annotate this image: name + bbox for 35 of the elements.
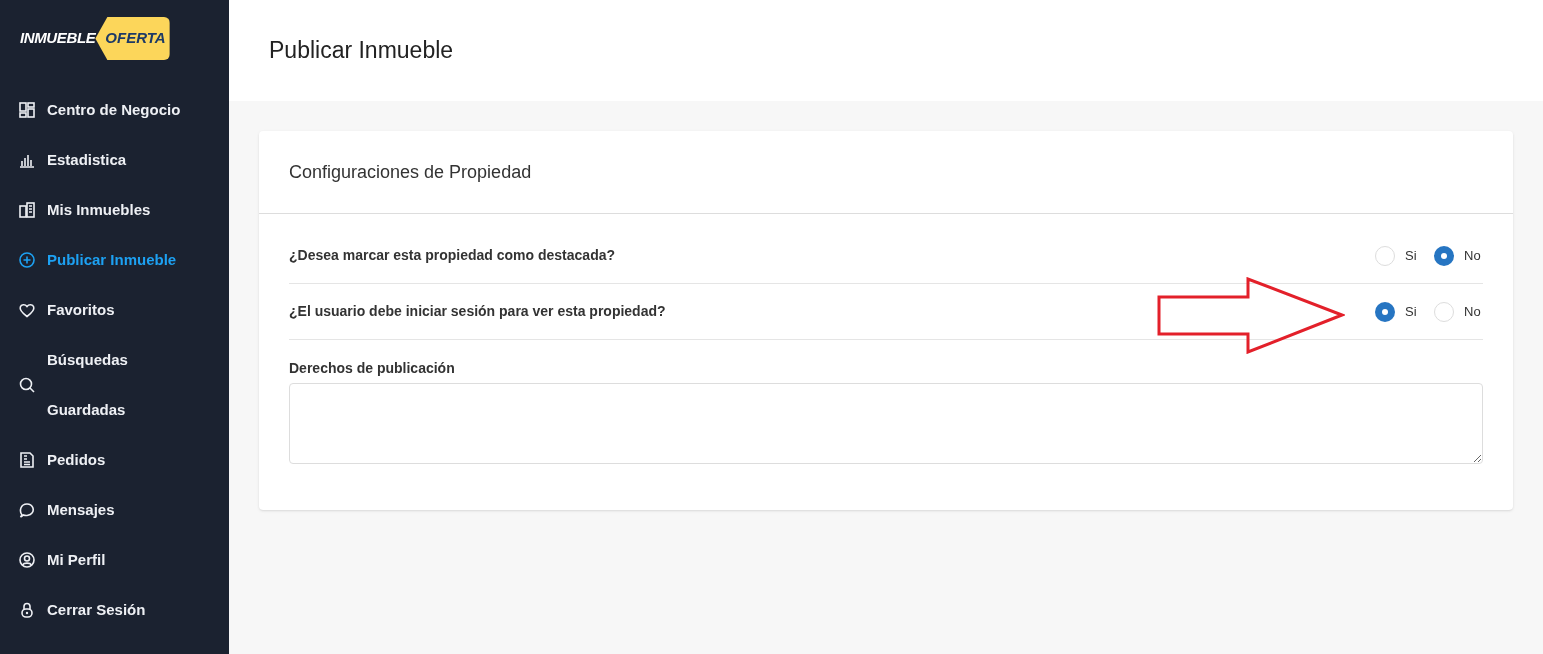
field-label: Derechos de publicación xyxy=(289,359,456,378)
question-label: ¿Desea marcar esta propiedad como destacada? xyxy=(289,246,616,265)
heart-icon xyxy=(18,301,36,319)
dashboard-icon xyxy=(18,101,36,119)
user-circle-icon xyxy=(18,551,36,569)
rights-textarea[interactable] xyxy=(289,383,1483,464)
radio-option[interactable]: Si xyxy=(1375,245,1424,266)
radio-button[interactable] xyxy=(1375,301,1395,322)
sidebar-item[interactable]: Mi Perfil xyxy=(0,535,229,585)
sidebar-item[interactable]: Mensajes xyxy=(0,485,229,535)
radio-button[interactable] xyxy=(1434,301,1454,322)
question-label: ¿El usuario debe iniciar sesión para ver esta propiedad? xyxy=(289,302,666,321)
chat-bubble-icon xyxy=(18,501,36,519)
sidebar-item[interactable]: Favoritos xyxy=(0,285,229,335)
sidebar-item[interactable]: Búsquedas Guardadas xyxy=(0,335,229,435)
sidebar-item[interactable]: Cerrar Sesión xyxy=(0,585,229,635)
page-title: Publicar Inmueble xyxy=(269,36,454,66)
radio-option[interactable]: No xyxy=(1434,301,1483,322)
logo-tag: OFERTA xyxy=(95,17,170,60)
sidebar-item[interactable]: Estadistica xyxy=(0,135,229,185)
logo-text: INMUEBLE xyxy=(20,28,96,49)
sidebar-item[interactable]: Pedidos xyxy=(0,435,229,485)
search-icon xyxy=(18,376,36,394)
sidebar-item[interactable]: Mis Inmuebles xyxy=(0,185,229,235)
radio-button[interactable] xyxy=(1434,245,1454,266)
card-title: Configuraciones de Propiedad xyxy=(289,160,532,184)
plus-circle-icon xyxy=(18,251,36,269)
sidebar-item[interactable]: Publicar Inmueble xyxy=(0,235,229,285)
building-icon xyxy=(18,201,36,219)
radio-option[interactable]: Si xyxy=(1375,301,1424,322)
document-icon xyxy=(18,451,36,469)
radio-button[interactable] xyxy=(1375,245,1395,266)
radio-option[interactable]: No xyxy=(1434,245,1483,266)
lock-icon xyxy=(18,601,36,619)
sidebar-item[interactable]: Centro de Negocio xyxy=(0,85,229,135)
